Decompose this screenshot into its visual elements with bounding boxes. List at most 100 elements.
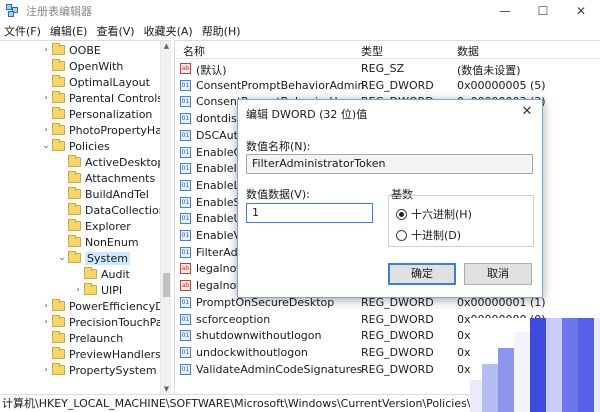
tree-item-attachments[interactable]: Attachments bbox=[56, 170, 155, 186]
tree-scrollbar[interactable]: ▲ ▼ bbox=[160, 41, 171, 394]
mosaic-tile bbox=[578, 348, 594, 364]
tree-item-explorer[interactable]: Explorer bbox=[56, 218, 131, 234]
value-name-cell: scforceoption bbox=[196, 312, 271, 326]
tree-item-precisiontouchpad[interactable]: › PrecisionTouchPad bbox=[40, 314, 170, 330]
window-controls: — ☐ ✕ bbox=[486, 0, 600, 22]
folder-icon bbox=[68, 251, 81, 263]
binary-value-icon: 01 bbox=[180, 129, 191, 141]
mosaic-tile bbox=[482, 380, 498, 396]
tree-item-label: NonEnum bbox=[85, 235, 139, 249]
tree-item-nonenum[interactable]: NonEnum bbox=[56, 234, 139, 250]
menu-edit[interactable]: 编辑(E) bbox=[50, 23, 88, 39]
scroll-down-icon[interactable]: ▼ bbox=[161, 384, 171, 394]
mosaic-tile bbox=[562, 348, 578, 364]
mosaic-tile bbox=[546, 380, 562, 396]
tree-item-openwith[interactable]: OpenWith bbox=[40, 58, 123, 74]
tree-item-oobe[interactable]: › OOBE bbox=[40, 42, 101, 58]
value-name-cell: ValidateAdminCodeSignatures bbox=[196, 362, 363, 376]
tree-item-activedesktop[interactable]: ActiveDesktop bbox=[56, 154, 164, 170]
mosaic-tile bbox=[530, 332, 546, 348]
folder-icon bbox=[52, 91, 65, 103]
tree-item-datacollection[interactable]: DataCollection bbox=[56, 202, 166, 218]
tree-item-label: OptimalLayout bbox=[69, 75, 150, 89]
string-value-icon: ab bbox=[180, 280, 191, 292]
binary-value-icon: 01 bbox=[180, 313, 191, 325]
binary-value-icon: 01 bbox=[180, 146, 191, 158]
chevron-down-icon[interactable]: ⌄ bbox=[56, 253, 68, 263]
scroll-up-icon[interactable]: ▲ bbox=[161, 41, 171, 52]
chevron-right-icon[interactable]: › bbox=[40, 125, 52, 135]
table-row[interactable]: ab (默认) REG_SZ (数值未设置) bbox=[175, 60, 600, 77]
dec-radio[interactable] bbox=[396, 229, 407, 241]
binary-value-icon: 01 bbox=[180, 346, 191, 358]
tree-item-propertysystem[interactable]: › PropertySystem bbox=[40, 362, 157, 378]
folder-icon bbox=[52, 347, 65, 359]
tree-item-previewhandlers[interactable]: PreviewHandlers bbox=[40, 346, 161, 362]
value-name-field[interactable]: FilterAdministratorToken bbox=[246, 154, 533, 174]
tree-item-personalization[interactable]: Personalization bbox=[40, 106, 152, 122]
tree-item-policies[interactable]: ⌄ Policies bbox=[40, 138, 110, 154]
chevron-right-icon[interactable]: › bbox=[40, 317, 52, 327]
tree-item-prelaunch[interactable]: Prelaunch bbox=[40, 330, 123, 346]
string-value-icon: ab bbox=[180, 263, 191, 275]
menu-file[interactable]: 文件(F) bbox=[4, 23, 41, 39]
mosaic-tile bbox=[498, 318, 514, 332]
value-type-cell: REG_SZ bbox=[361, 62, 405, 75]
tree-item-label: OOBE bbox=[69, 43, 101, 57]
ok-button[interactable]: 确定 bbox=[388, 263, 456, 285]
menu-help[interactable]: 帮助(H) bbox=[202, 23, 241, 39]
folder-icon bbox=[52, 59, 65, 71]
registry-tree: › OOBE OpenWith OptimalLayout › Parental C… bbox=[0, 40, 171, 394]
menu-view[interactable]: 查看(V) bbox=[96, 23, 134, 39]
value-data-input[interactable]: 1 bbox=[246, 203, 373, 223]
chevron-right-icon[interactable]: › bbox=[72, 285, 84, 295]
folder-icon bbox=[52, 139, 65, 151]
menu-favorites[interactable]: 收藏夹(A) bbox=[144, 23, 193, 39]
maximize-button[interactable]: ☐ bbox=[524, 0, 562, 22]
binary-value-icon: 01 bbox=[180, 363, 191, 375]
mosaic-tile bbox=[514, 380, 530, 396]
tree-item-optimallayout[interactable]: OptimalLayout bbox=[40, 74, 150, 90]
mosaic-tile bbox=[578, 364, 594, 380]
tree-item-label: Audit bbox=[101, 267, 130, 281]
cancel-button[interactable]: 取消 bbox=[464, 263, 532, 285]
tree-item-label: Explorer bbox=[85, 219, 131, 233]
value-type-cell: REG_DWORD bbox=[361, 312, 434, 326]
mosaic-tile bbox=[546, 332, 562, 348]
tree-item-photopropertyhandler[interactable]: › PhotoPropertyHand bbox=[40, 122, 171, 138]
binary-value-icon: 01 bbox=[180, 163, 191, 175]
tree-item-parental-controls[interactable]: › Parental Controls bbox=[40, 90, 163, 106]
dec-radio-option[interactable]: 十进制(D) bbox=[396, 227, 461, 243]
close-button[interactable]: ✕ bbox=[562, 0, 600, 22]
hex-radio-option[interactable]: 十六进制(H) bbox=[396, 206, 472, 222]
folder-icon bbox=[52, 331, 65, 343]
column-name-header[interactable]: 名称 bbox=[183, 43, 205, 59]
column-type-header[interactable]: 类型 bbox=[361, 43, 383, 59]
tree-item-uipi[interactable]: › UIPI bbox=[72, 282, 122, 298]
chevron-right-icon[interactable]: › bbox=[40, 365, 52, 375]
chevron-right-icon[interactable]: › bbox=[40, 45, 52, 55]
mosaic-tile bbox=[562, 380, 578, 396]
mosaic-tile bbox=[482, 396, 498, 412]
chevron-down-icon[interactable]: ⌄ bbox=[40, 141, 52, 151]
tree-item-audit[interactable]: Audit bbox=[72, 266, 130, 282]
tree-item-label: PowerEfficiencyDiag bbox=[69, 299, 171, 313]
table-row[interactable]: 01 ConsentPromptBehaviorAdmin REG_DWORD 0x0… bbox=[175, 77, 600, 94]
tree-item-label: System bbox=[85, 251, 131, 265]
tree-item-label: Prelaunch bbox=[69, 331, 124, 345]
chevron-right-icon[interactable]: › bbox=[40, 301, 52, 311]
column-data-header[interactable]: 数据 bbox=[457, 43, 479, 59]
minimize-button[interactable]: — bbox=[486, 0, 524, 22]
tree-item-system[interactable]: ⌄ System bbox=[56, 250, 131, 266]
mosaic-tile bbox=[470, 348, 482, 364]
value-data-cell: 0x00000005 (5) bbox=[457, 78, 546, 92]
hex-radio[interactable] bbox=[396, 208, 407, 220]
tree-item-powerefficiencydiag[interactable]: › PowerEfficiencyDiag bbox=[40, 298, 171, 314]
value-name-cell: undockwithoutlogon bbox=[196, 345, 308, 359]
tree-scrollbar-thumb[interactable] bbox=[163, 273, 170, 297]
dialog-close-button[interactable]: ✕ bbox=[512, 100, 542, 124]
folder-icon bbox=[52, 75, 65, 87]
tree-item-buildandtel[interactable]: BuildAndTel bbox=[56, 186, 149, 202]
chevron-right-icon[interactable]: › bbox=[40, 93, 52, 103]
mosaic-tile bbox=[498, 380, 514, 396]
